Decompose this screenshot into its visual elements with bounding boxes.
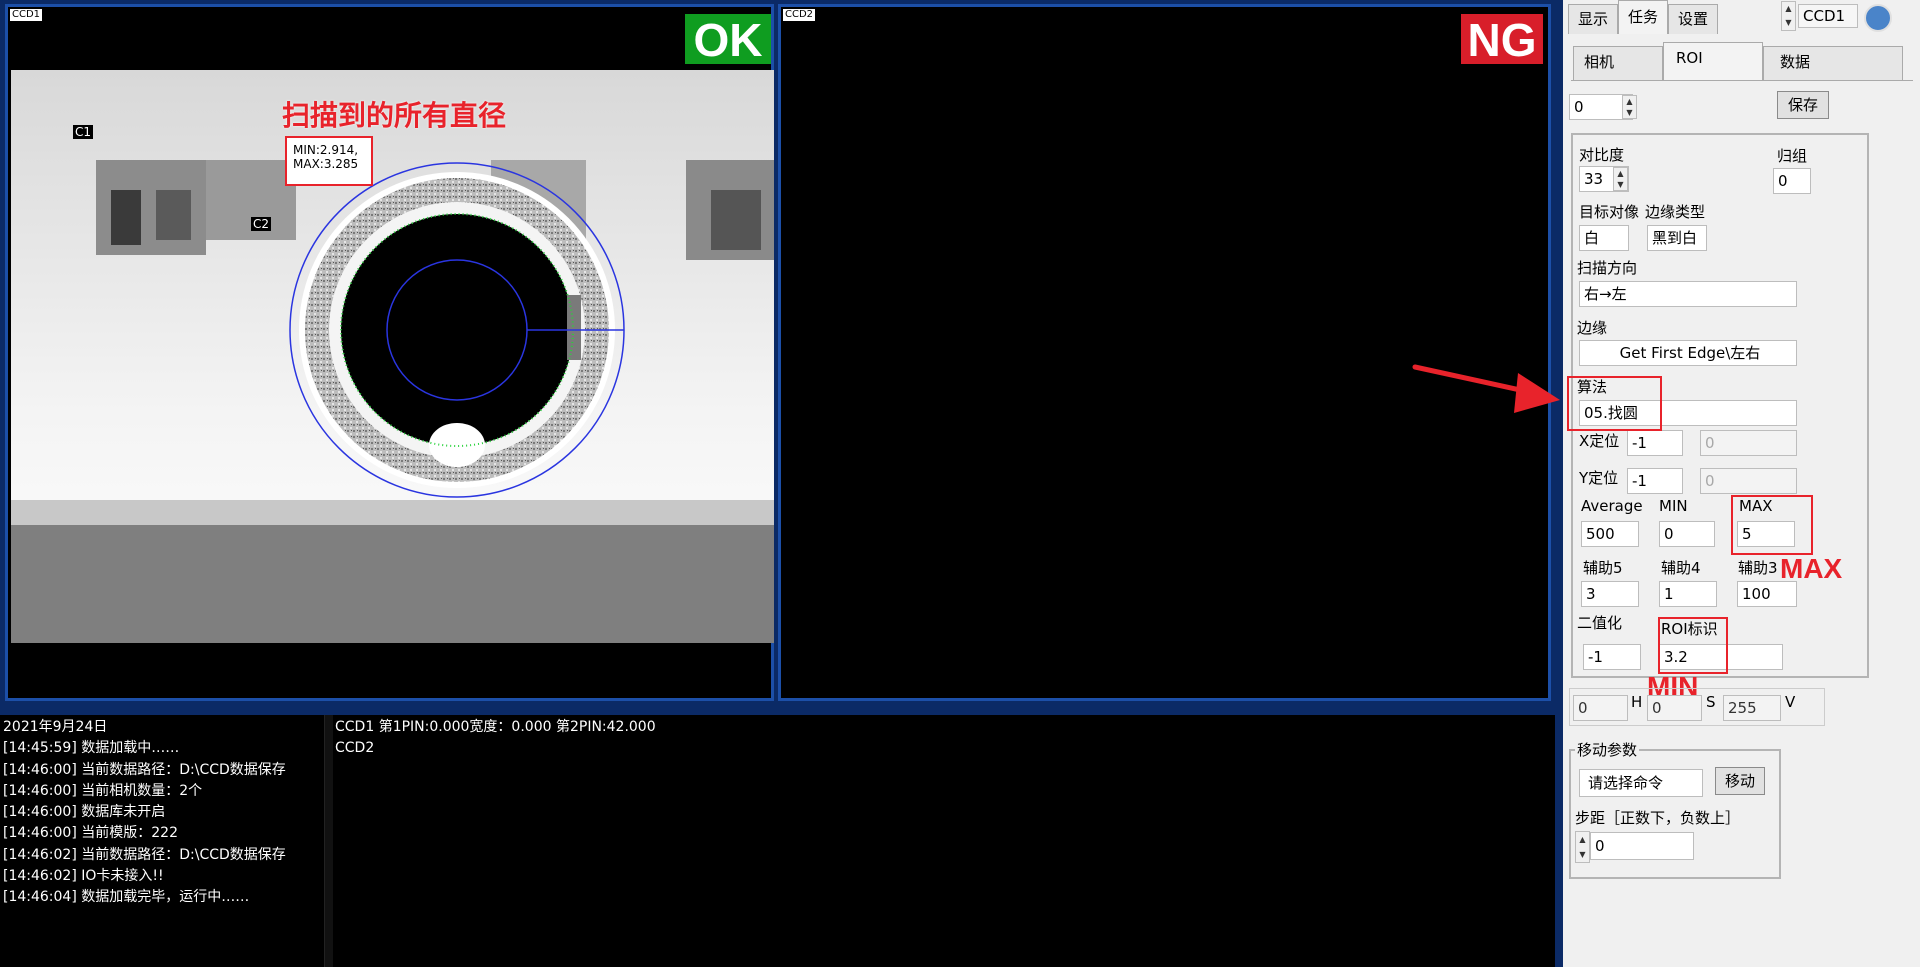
- measurement-line: CCD2: [335, 740, 375, 757]
- x-position-input[interactable]: -1: [1627, 430, 1683, 456]
- settings-panel: 显示 任务 设置 ▲ ▼ CCD1 相机 ROI 数据 0 ▲ ▼ 保存 对比度 3…: [1563, 0, 1920, 967]
- edge-label: 边缘: [1577, 319, 1608, 337]
- max-highlight: [1731, 495, 1813, 555]
- ccd1-view[interactable]: CCD1 C1 C2 扫描到的所有直径 MIN:2.914, MAX:3.285…: [5, 4, 774, 701]
- move-button[interactable]: 移动: [1715, 767, 1765, 795]
- scan-direction-input[interactable]: 右→左: [1579, 281, 1797, 307]
- log-line: [14:46:00] 当前相机数量：2个: [3, 782, 203, 799]
- scan-direction-label: 扫描方向: [1577, 259, 1638, 277]
- tab-display[interactable]: 显示: [1568, 4, 1618, 34]
- contrast-spinner[interactable]: ▲ ▼: [1613, 167, 1628, 191]
- roi-index-spinner[interactable]: ▲ ▼: [1622, 95, 1637, 119]
- log-line: [14:46:02] 当前数据路径：D:\CCD数据保存: [3, 846, 286, 863]
- tab-data[interactable]: 数据: [1763, 46, 1903, 80]
- tab-camera[interactable]: 相机: [1573, 46, 1663, 80]
- step-spinner[interactable]: ▲ ▼: [1575, 831, 1590, 863]
- camera-spinner[interactable]: ▲ ▼: [1781, 1, 1796, 31]
- c2-label: C2: [251, 217, 272, 231]
- ccd2-tag: CCD2: [783, 9, 816, 21]
- average-label: Average: [1581, 497, 1643, 515]
- edge-input[interactable]: Get First Edge\左右: [1579, 340, 1797, 366]
- log-line: [14:46:02] IO卡未接入!!: [3, 868, 164, 885]
- group-label: 归组: [1777, 147, 1808, 165]
- h-label: H: [1631, 693, 1643, 711]
- all-diameters-annotation: 扫描到的所有直径: [282, 100, 507, 131]
- ccd1-tag: CCD1: [10, 9, 43, 21]
- binarize-input[interactable]: -1: [1583, 644, 1641, 670]
- move-params-label: 移动参数: [1575, 739, 1640, 760]
- step-input[interactable]: 0: [1590, 832, 1694, 860]
- edge-type-label: 边缘类型: [1645, 203, 1706, 221]
- v-value: 255: [1723, 695, 1781, 721]
- max-text: MAX:3.285: [293, 157, 359, 171]
- ok-status-badge: OK: [685, 14, 771, 66]
- tab-settings[interactable]: 设置: [1668, 4, 1718, 34]
- measurement-log: CCD1 第1PIN:0.000宽度：0.000 第2PIN:42.000 CC…: [333, 715, 1555, 967]
- log-line: [14:46:00] 数据库未开启: [3, 804, 166, 821]
- x-position-output: 0: [1700, 430, 1797, 456]
- y-position-output: 0: [1700, 468, 1797, 494]
- ng-status-badge: NG: [1461, 14, 1543, 66]
- target-input[interactable]: 白: [1579, 225, 1629, 251]
- edge-type-input[interactable]: 黑到白: [1647, 225, 1707, 251]
- average-input[interactable]: 500: [1581, 521, 1639, 547]
- ccd1-camera-image: [11, 70, 774, 643]
- binarize-label: 二值化: [1577, 614, 1623, 632]
- tab-roi[interactable]: ROI: [1663, 42, 1763, 80]
- aux5-label: 辅助5: [1583, 559, 1623, 577]
- v-label: V: [1785, 693, 1796, 711]
- y-position-input[interactable]: -1: [1627, 468, 1683, 494]
- event-log: 2021年9月24日 [14:45:59] 数据加载中…… [14:46:00]…: [0, 715, 325, 967]
- save-button[interactable]: 保存: [1777, 91, 1829, 119]
- x-position-label: X定位: [1579, 432, 1620, 450]
- min-input[interactable]: 0: [1659, 521, 1715, 547]
- min-text: MIN:2.914,: [293, 143, 359, 157]
- log-line: [14:46:00] 当前模版：222: [3, 825, 178, 842]
- aux5-input[interactable]: 3: [1581, 581, 1639, 607]
- roi-mark-highlight: [1658, 617, 1728, 674]
- y-position-label: Y定位: [1579, 469, 1619, 487]
- group-input[interactable]: 0: [1773, 168, 1811, 194]
- s-value: 0: [1647, 695, 1702, 721]
- log-line: [14:45:59] 数据加载中……: [3, 740, 180, 757]
- tab-task[interactable]: 任务: [1618, 0, 1668, 34]
- arrow-annotation: [1412, 364, 1560, 413]
- target-label: 目标对像: [1579, 203, 1640, 221]
- aux4-input[interactable]: 1: [1659, 581, 1717, 607]
- s-label: S: [1706, 693, 1716, 711]
- min-label: MIN: [1659, 497, 1688, 515]
- log-line: [14:46:04] 数据加载完毕，运行中……: [3, 889, 250, 906]
- min-max-box: MIN:2.914, MAX:3.285: [285, 136, 373, 186]
- camera-select[interactable]: CCD1: [1798, 4, 1858, 28]
- aux4-label: 辅助4: [1661, 559, 1701, 577]
- ccd2-view[interactable]: CCD2 NG: [778, 4, 1551, 701]
- move-command-select[interactable]: 请选择命令: [1579, 769, 1703, 797]
- max-annotation: MAX: [1780, 553, 1843, 584]
- c1-label: C1: [73, 125, 94, 139]
- log-line: [14:46:00] 当前数据路径：D:\CCD数据保存: [3, 761, 286, 778]
- contrast-label: 对比度: [1579, 146, 1625, 164]
- h-value: 0: [1573, 695, 1628, 721]
- measurement-line: CCD1 第1PIN:0.000宽度：0.000 第2PIN:42.000: [335, 719, 656, 735]
- step-label: 步距［正数下，负数上］: [1575, 809, 1741, 827]
- aux3-label: 辅助3: [1738, 559, 1778, 577]
- log-divider: [325, 715, 333, 967]
- algorithm-highlight: [1567, 376, 1662, 431]
- camera-status-indicator: [1864, 4, 1892, 32]
- log-line: 2021年9月24日: [3, 719, 108, 735]
